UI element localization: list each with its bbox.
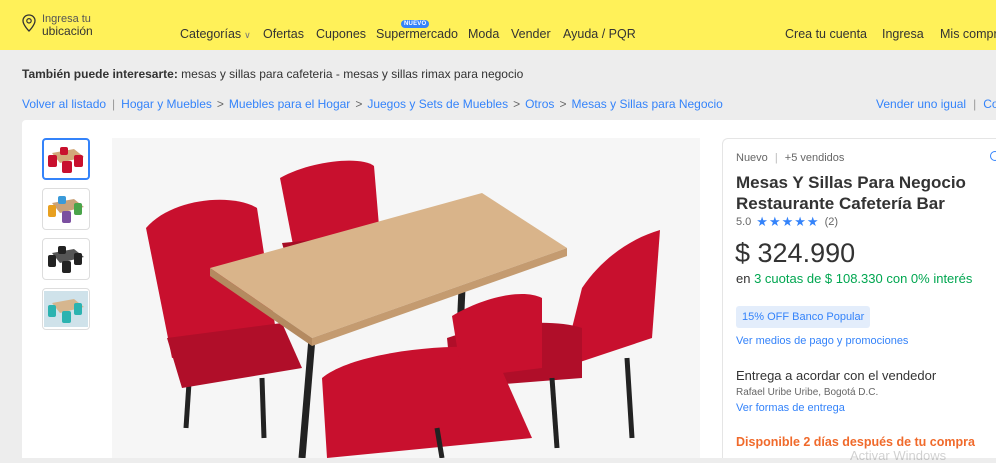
related-searches: También puede interesarte: mesas y silla… <box>22 67 523 81</box>
nav-vender[interactable]: Vender <box>511 27 551 41</box>
thumbnail-4[interactable] <box>42 288 90 330</box>
chevron-right-icon: > <box>559 97 567 111</box>
breadcrumb-divider: | <box>112 97 116 111</box>
favorite-heart-icon[interactable] <box>990 151 996 161</box>
related-searches-label: También puede interesarte: <box>22 67 178 81</box>
delivery-info: Entrega a acordar con el vendedor <box>736 368 937 383</box>
nav-categorias-label: Categorías <box>180 27 242 41</box>
nav-categorias[interactable]: Categorías ∨ <box>180 27 251 41</box>
payment-methods-link[interactable]: Ver medios de pago y promociones <box>736 335 908 347</box>
listing-actions: Vender uno igual | Co <box>876 97 996 111</box>
related-searches-text[interactable]: mesas y sillas para cafeteria - mesas y … <box>181 67 523 81</box>
installments-info: en 3 cuotas de $ 108.330 con 0% interés <box>736 271 991 286</box>
review-count: (2) <box>824 216 839 228</box>
chevron-down-icon: ∨ <box>244 30 251 40</box>
nav-moda[interactable]: Moda <box>468 27 499 41</box>
chevron-right-icon: > <box>216 97 224 111</box>
product-price: $ 324.990 <box>735 238 856 268</box>
thumbnail-1[interactable] <box>42 138 90 180</box>
condition-label: Nuevo <box>736 152 768 164</box>
login-link[interactable]: Ingresa <box>882 27 924 41</box>
condition-divider: | <box>774 152 778 164</box>
chevron-right-icon: > <box>355 97 363 111</box>
product-title: Mesas Y Sillas Para Negocio Restaurante … <box>736 173 966 213</box>
condition-info: Nuevo | +5 vendidos <box>736 152 844 164</box>
product-thumbnail-image <box>48 196 84 223</box>
installments-prefix: en <box>736 271 755 286</box>
product-photo-table-and-chairs <box>146 160 660 458</box>
thumbnail-2[interactable] <box>42 188 90 230</box>
product-thumbnail-image <box>48 147 84 173</box>
breadcrumb-item[interactable]: Muebles para el Hogar <box>229 97 350 111</box>
sold-count: +5 vendidos <box>784 152 845 164</box>
my-purchases-link[interactable]: Mis compras <box>940 27 996 41</box>
create-account-link[interactable]: Crea tu cuenta <box>785 27 867 41</box>
share-link[interactable]: Co <box>983 97 996 111</box>
seller-address: Rafael Uribe Uribe, Bogotá D.C. <box>736 387 879 398</box>
delivery-methods-link[interactable]: Ver formas de entrega <box>736 402 845 414</box>
nav-ayuda[interactable]: Ayuda / PQR <box>563 27 636 41</box>
nav-ofertas[interactable]: Ofertas <box>263 27 304 41</box>
breadcrumb-item[interactable]: Otros <box>525 97 554 111</box>
breadcrumb-item[interactable]: Hogar y Muebles <box>121 97 212 111</box>
location-value: ubicación <box>42 24 93 38</box>
product-thumbnail-image <box>44 291 88 327</box>
nav-cupones[interactable]: Cupones <box>316 27 366 41</box>
installments-highlight: 3 cuotas de $ 108.330 con 0% interés <box>754 271 973 286</box>
availability-text: Disponible 2 días después de tu compra <box>736 435 975 449</box>
sell-similar-link[interactable]: Vender uno igual <box>876 97 966 111</box>
breadcrumb: Volver al listado | Hogar y Muebles > Mueble… <box>22 97 723 111</box>
rating-summary[interactable]: 5.0 ★★★★★ (2) <box>736 214 838 230</box>
breadcrumb-item[interactable]: Mesas y Sillas para Negocio <box>571 97 722 111</box>
windows-activation-watermark: Activar Windows <box>850 448 947 463</box>
top-navigation-bar: Ingresa tu ubicación Categorías ∨ Ofertas… <box>0 0 996 50</box>
product-thumbnail-image <box>48 246 84 273</box>
listing-actions-divider: | <box>973 97 977 111</box>
bank-promo-badge: 15% OFF Banco Popular <box>736 306 871 328</box>
nav-supermercado[interactable]: Supermercado <box>376 27 458 41</box>
back-to-list-link[interactable]: Volver al listado <box>22 97 106 111</box>
rating-value: 5.0 <box>736 216 752 228</box>
thumbnail-3[interactable] <box>42 238 90 280</box>
star-rating-icon: ★★★★★ <box>756 214 820 229</box>
location-pin-icon <box>22 14 36 32</box>
breadcrumb-item[interactable]: Juegos y Sets de Muebles <box>367 97 508 111</box>
location-selector[interactable]: Ingresa tu ubicación <box>22 13 93 37</box>
main-product-image[interactable] <box>112 138 700 458</box>
chevron-right-icon: > <box>513 97 521 111</box>
